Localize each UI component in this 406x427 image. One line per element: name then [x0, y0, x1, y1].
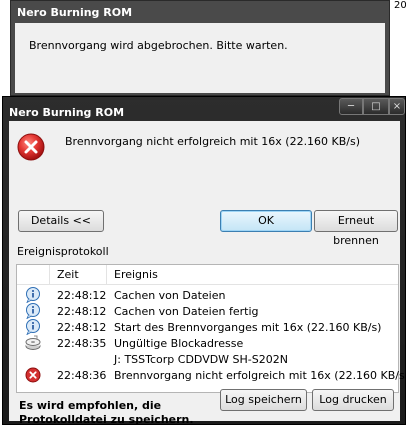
log-row[interactable]: J: TSSTcorp CDDVDW SH-S202N: [17, 351, 398, 367]
minimize-icon: ─: [347, 101, 355, 112]
error-dialog: Nero Burning ROM ─ □ × Brennvorgang nich…: [2, 96, 406, 426]
ok-button[interactable]: OK: [220, 210, 312, 232]
log-row[interactable]: 22:48:12 Cachen von Dateien fertig: [17, 303, 398, 319]
maximize-icon: □: [371, 101, 381, 112]
log-row[interactable]: 22:48:12 Cachen von Dateien: [17, 287, 398, 303]
log-time: 22:48:12: [57, 305, 107, 318]
dialog-title: Nero Burning ROM: [9, 106, 125, 119]
log-event: Brennvorgang nicht erfolgreich mit 16x (…: [114, 369, 406, 382]
background-dialog-title: Nero Burning ROM: [17, 6, 133, 19]
log-time: 22:48:36: [57, 369, 107, 382]
details-button[interactable]: Details <<: [18, 210, 104, 232]
save-log-hint: Es wird empfohlen, die Protokolldatei zu…: [19, 399, 194, 427]
save-log-button[interactable]: Log speichern: [220, 389, 307, 411]
minimize-button[interactable]: ─: [339, 98, 363, 115]
log-header: Zeit Ereignis: [17, 265, 398, 285]
maximize-button[interactable]: □: [363, 98, 389, 115]
hint-line-1: Es wird empfohlen, die: [19, 399, 162, 412]
background-dialog-message: Brennvorgang wird abgebrochen. Bitte war…: [29, 39, 288, 52]
log-row[interactable]: 22:48:12 Start des Brennvorganges mit 16…: [17, 319, 398, 335]
corner-number: 20: [394, 0, 406, 11]
reburn-button[interactable]: Erneut brennen: [314, 210, 398, 247]
background-dialog-body: Brennvorgang wird abgebrochen. Bitte war…: [15, 23, 385, 93]
log-event: Cachen von Dateien fertig: [114, 305, 259, 318]
error-icon: [17, 133, 45, 161]
log-time: 22:48:12: [57, 289, 107, 302]
log-time: 22:48:12: [57, 321, 107, 334]
info-icon: [26, 303, 40, 319]
error-icon: [25, 367, 41, 383]
log-time: 22:48:35: [57, 337, 107, 350]
column-separator: [49, 265, 50, 284]
log-title: Ereignisprotokoll: [17, 245, 109, 258]
log-event: J: TSSTcorp CDDVDW SH-S202N: [114, 353, 288, 366]
log-event: Cachen von Dateien: [114, 289, 226, 302]
column-separator: [106, 265, 107, 284]
print-log-button[interactable]: Log drucken: [312, 389, 394, 411]
event-log[interactable]: Zeit Ereignis 22:48:12 Cachen von Dateie…: [16, 264, 406, 393]
background-dialog: Nero Burning ROM Brennvorgang wird abgeb…: [10, 0, 390, 96]
column-header-time[interactable]: Zeit: [57, 268, 79, 281]
log-row[interactable]: 22:48:36 Brennvorgang nicht erfolgreich …: [17, 367, 406, 383]
log-row[interactable]: 22:48:35 Ungültige Blockadresse: [17, 335, 398, 351]
close-icon: ×: [392, 101, 402, 112]
column-header-event[interactable]: Ereignis: [114, 268, 158, 281]
log-event: Ungültige Blockadresse: [114, 337, 244, 350]
dialog-client-area: Brennvorgang nicht erfolgreich mit 16x (…: [9, 121, 406, 426]
main-message: Brennvorgang nicht erfolgreich mit 16x (…: [65, 135, 361, 148]
log-event: Start des Brennvorganges mit 16x (22.160…: [114, 321, 382, 334]
close-button[interactable]: ×: [389, 98, 405, 115]
info-icon: [26, 319, 40, 335]
drive-warning-icon: [25, 335, 41, 350]
info-icon: [26, 287, 40, 303]
